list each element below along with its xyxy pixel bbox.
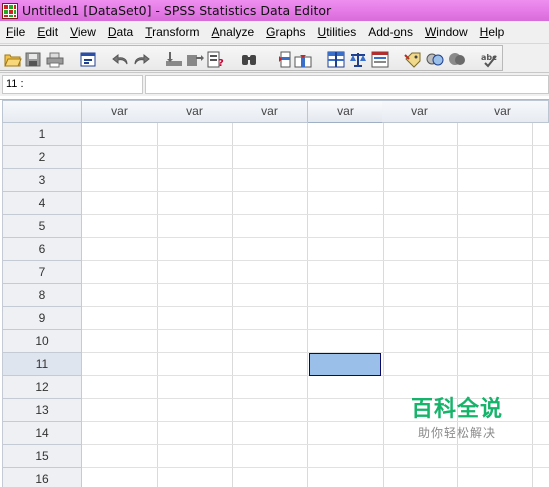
grid-line bbox=[82, 444, 549, 445]
grid-line bbox=[82, 306, 549, 307]
column-header[interactable]: var bbox=[457, 100, 549, 123]
watermark: 百科全说 助你轻松解决 bbox=[385, 396, 529, 442]
row-header[interactable]: 7 bbox=[2, 261, 82, 284]
spelling-icon[interactable]: abc bbox=[480, 51, 498, 68]
menu-item[interactable]: Data bbox=[102, 22, 139, 42]
show-all-variables-icon[interactable] bbox=[448, 51, 466, 68]
spss-app-icon[interactable] bbox=[2, 2, 18, 19]
use-sets-icon[interactable] bbox=[426, 51, 444, 68]
grid-line bbox=[82, 329, 549, 330]
row-header[interactable]: 10 bbox=[2, 330, 82, 353]
value-labels-icon[interactable] bbox=[404, 51, 422, 68]
menu-item[interactable]: Graphs bbox=[260, 22, 311, 42]
row-header[interactable]: 3 bbox=[2, 169, 82, 192]
grid-line bbox=[82, 168, 549, 169]
split-file-icon[interactable] bbox=[327, 51, 345, 68]
insert-cases-icon[interactable] bbox=[273, 51, 291, 68]
menu-item[interactable]: View bbox=[64, 22, 102, 42]
undo-icon[interactable] bbox=[112, 51, 130, 68]
toolbar: ? abc bbox=[0, 43, 549, 73]
watermark-subtitle: 助你轻松解决 bbox=[417, 426, 496, 440]
grid-line bbox=[82, 214, 549, 215]
insert-variable-icon[interactable] bbox=[294, 51, 312, 68]
weight-cases-icon[interactable] bbox=[349, 51, 367, 68]
toolbar-strip: ? abc bbox=[0, 45, 503, 71]
cell-editor-bar: 11 : bbox=[0, 73, 549, 96]
menu-item[interactable]: Transform bbox=[139, 22, 205, 42]
goto-case-icon[interactable] bbox=[165, 51, 183, 68]
cell-reference: 11 : bbox=[2, 75, 143, 94]
menu-item[interactable]: Window bbox=[419, 22, 474, 42]
row-header[interactable]: 1 bbox=[2, 123, 82, 146]
cell-value-input[interactable] bbox=[145, 75, 549, 94]
menu-item[interactable]: Edit bbox=[31, 22, 64, 42]
grid-line bbox=[82, 283, 549, 284]
column-header[interactable]: var bbox=[157, 100, 233, 123]
menu-item[interactable]: Utilities bbox=[312, 22, 363, 42]
row-header[interactable]: 4 bbox=[2, 192, 82, 215]
row-header[interactable]: 16 bbox=[2, 468, 82, 487]
menu-item[interactable]: File bbox=[0, 22, 31, 42]
grid-line bbox=[532, 123, 533, 487]
save-icon[interactable] bbox=[24, 51, 42, 68]
grid-corner[interactable] bbox=[2, 100, 82, 123]
grid-line bbox=[82, 237, 549, 238]
find-icon[interactable] bbox=[240, 51, 258, 68]
menu-bar: File Edit View Data Transform Analyze Graphs Ut… bbox=[0, 21, 549, 43]
goto-variable-icon[interactable] bbox=[186, 51, 204, 68]
row-header[interactable]: 6 bbox=[2, 238, 82, 261]
variables-icon[interactable]: ? bbox=[207, 51, 225, 68]
select-cases-icon[interactable] bbox=[371, 51, 389, 68]
column-header[interactable]: var bbox=[232, 100, 308, 123]
grid-line bbox=[307, 123, 308, 487]
selected-cell[interactable] bbox=[309, 353, 381, 376]
row-header[interactable]: 12 bbox=[2, 376, 82, 399]
column-header[interactable]: var bbox=[382, 100, 458, 123]
row-header[interactable]: 2 bbox=[2, 146, 82, 169]
svg-text:?: ? bbox=[218, 58, 224, 68]
grid-line bbox=[82, 467, 549, 468]
dialog-recall-icon[interactable] bbox=[79, 51, 97, 68]
row-header[interactable]: 9 bbox=[2, 307, 82, 330]
title-bar: Untitled1 [DataSet0] - SPSS Statistics D… bbox=[0, 0, 549, 21]
row-header[interactable]: 5 bbox=[2, 215, 82, 238]
row-header[interactable]: 15 bbox=[2, 445, 82, 468]
menu-item[interactable]: Help bbox=[474, 22, 511, 42]
row-header[interactable]: 13 bbox=[2, 399, 82, 422]
grid-line bbox=[82, 191, 549, 192]
row-header[interactable]: 11 bbox=[2, 353, 82, 376]
window-title: Untitled1 [DataSet0] - SPSS Statistics D… bbox=[22, 3, 332, 18]
menu-item[interactable]: Analyze bbox=[205, 22, 260, 42]
print-icon[interactable] bbox=[46, 51, 64, 68]
row-header[interactable]: 14 bbox=[2, 422, 82, 445]
open-icon[interactable] bbox=[4, 51, 22, 68]
grid-line bbox=[157, 123, 158, 487]
column-header[interactable]: var bbox=[82, 100, 158, 123]
grid-line bbox=[82, 260, 549, 261]
redo-icon[interactable] bbox=[132, 51, 150, 68]
watermark-title: 百科全说 bbox=[410, 397, 503, 422]
column-header[interactable]: var bbox=[308, 100, 384, 123]
grid-line bbox=[82, 145, 549, 146]
grid-line bbox=[232, 123, 233, 487]
menu-item[interactable]: Add-ons bbox=[362, 22, 419, 42]
row-header[interactable]: 8 bbox=[2, 284, 82, 307]
grid-line bbox=[383, 123, 384, 487]
